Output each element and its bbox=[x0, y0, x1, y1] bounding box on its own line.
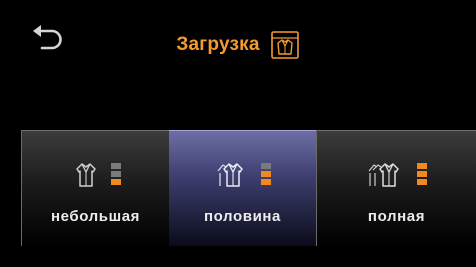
option-label: небольшая bbox=[50, 208, 140, 225]
load-level-icon bbox=[416, 163, 427, 185]
load-level-icon bbox=[110, 163, 121, 185]
load-options: небольшая половина полная bbox=[21, 130, 476, 250]
laundry-load-icon bbox=[270, 31, 299, 59]
option-label: полная bbox=[367, 208, 426, 225]
option-label: половина bbox=[204, 208, 281, 225]
load-selection-screen: Загрузка небольшая половина полная bbox=[0, 0, 476, 267]
load-level-icon bbox=[260, 163, 271, 185]
option-half-load[interactable]: половина bbox=[169, 130, 316, 246]
option-full-load[interactable]: полная bbox=[316, 130, 476, 246]
shirt-half-load-icon bbox=[217, 163, 243, 187]
header: Загрузка bbox=[0, 27, 476, 63]
shirt-small-load-icon bbox=[75, 163, 96, 187]
option-small-load[interactable]: небольшая bbox=[21, 130, 169, 246]
page-title: Загрузка bbox=[176, 34, 260, 55]
shirt-full-load-icon bbox=[368, 163, 399, 187]
